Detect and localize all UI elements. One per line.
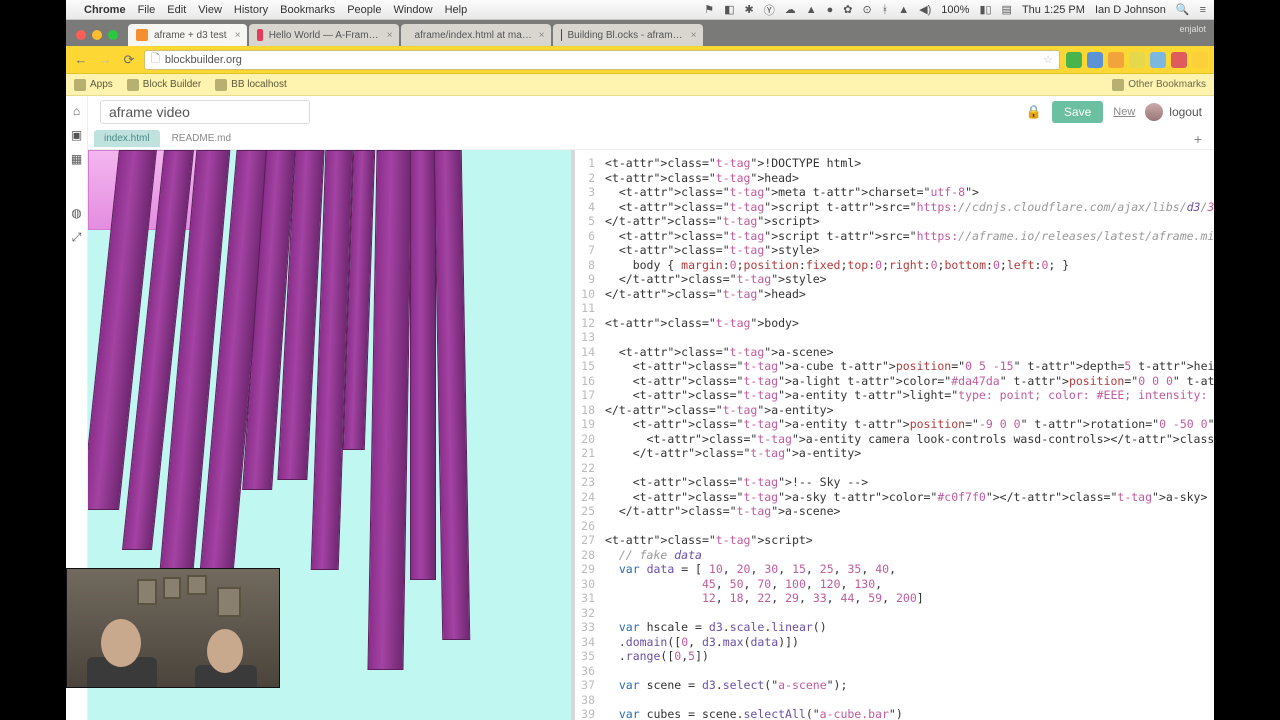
battery-percent[interactable]: 100% [941,4,969,16]
extension-icon[interactable] [1066,52,1082,68]
chrome-menu-icon[interactable] [1192,52,1208,68]
favicon-icon [136,29,148,41]
extension-icon[interactable] [1108,52,1124,68]
status-icon[interactable]: ✱ [744,3,753,16]
menu-window[interactable]: Window [393,4,432,16]
favicon-icon [257,29,263,41]
close-tab-icon[interactable]: × [387,30,393,41]
bookmark-item[interactable]: Block Builder [127,79,201,91]
chrome-profile-name[interactable]: enjalot [1179,24,1206,34]
chrome-toolbar: ← → ⟳ 🗋 blockbuilder.org ☆ [66,46,1214,74]
status-icon[interactable]: Ⓨ [764,2,775,18]
apps-label: Apps [90,79,113,90]
apps-icon [74,79,86,91]
bookmark-icon [215,79,227,91]
close-window-icon[interactable] [76,30,86,40]
status-icon[interactable]: ✿ [843,3,852,16]
browser-tab[interactable]: aframe + d3 test × [128,24,247,46]
avatar-icon [1145,103,1163,121]
minimize-window-icon[interactable] [92,30,102,40]
mac-menubar: Chrome File Edit View History Bookmarks … [66,0,1214,20]
other-bookmarks[interactable]: Other Bookmarks [1112,79,1206,91]
tab-label: aframe + d3 test [154,30,227,41]
menu-history[interactable]: History [234,4,268,16]
battery-icon[interactable]: ▮▯ [979,3,991,16]
bluetooth-icon[interactable]: ᚼ [882,4,889,16]
home-icon[interactable]: ⌂ [71,104,83,116]
extension-icon[interactable] [1171,52,1187,68]
status-icon[interactable]: ● [827,4,834,16]
address-bar[interactable]: 🗋 blockbuilder.org ☆ [144,50,1060,70]
status-icon[interactable]: ◧ [724,3,734,16]
user-menu[interactable]: logout [1145,103,1202,121]
bookmark-icon [127,79,139,91]
file-tabs: index.html README.md + [88,128,1214,150]
new-link[interactable]: New [1113,106,1135,118]
code-editor[interactable]: 1234567891011121314151617181920212223242… [575,150,1214,720]
close-tab-icon[interactable]: × [691,30,697,41]
status-icon[interactable]: ⚑ [704,3,714,16]
bookmark-label: BB localhost [231,79,287,90]
favicon-icon [561,29,562,41]
menu-people[interactable]: People [347,4,381,16]
lock-icon[interactable]: 🔒 [1026,104,1042,120]
webcam-overlay [66,568,280,688]
menu-help[interactable]: Help [445,4,468,16]
chrome-tabstrip: aframe + d3 test × Hello World — A-Fram…… [66,20,1214,46]
wifi-icon[interactable]: ▲ [898,4,909,16]
apps-shortcut[interactable]: Apps [74,79,113,91]
menu-bookmarks[interactable]: Bookmarks [280,4,335,16]
browser-tab[interactable]: Building Bl.ocks - afram… × [553,24,703,46]
save-button[interactable]: Save [1052,101,1103,123]
globe-icon[interactable]: ◍ [71,206,83,218]
app-header: 🔒 Save New logout [88,96,1214,128]
reload-button[interactable]: ⟳ [120,52,138,68]
status-icon[interactable]: ⊙ [862,3,871,16]
add-file-button[interactable]: + [1194,131,1202,147]
back-button[interactable]: ← [72,52,90,67]
forward-button[interactable]: → [96,52,114,67]
url-text: blockbuilder.org [165,54,242,66]
tab-label: Hello World — A-Fram… [269,30,379,41]
menu-edit[interactable]: Edit [167,4,186,16]
bookmark-label: Block Builder [143,79,201,90]
browser-tab[interactable]: aframe/index.html at ma… × [401,24,551,46]
maximize-window-icon[interactable] [108,30,118,40]
menubar-user[interactable]: Ian D Johnson [1095,4,1166,16]
menu-view[interactable]: View [198,4,222,16]
bookmark-item[interactable]: BB localhost [215,79,287,91]
bookmarks-bar: Apps Block Builder BB localhost Other Bo… [66,74,1214,96]
file-tab-index[interactable]: index.html [94,130,160,147]
close-tab-icon[interactable]: × [235,30,241,41]
other-bookmarks-label: Other Bookmarks [1128,79,1206,90]
spotlight-icon[interactable]: 🔍 [1176,3,1190,16]
block-title-input[interactable] [100,100,310,124]
notification-center-icon[interactable]: ≡ [1200,4,1206,16]
menubar-app[interactable]: Chrome [84,4,126,16]
extension-icon[interactable] [1150,52,1166,68]
flag-icon[interactable]: ▤ [1002,3,1012,16]
site-info-icon[interactable]: 🗋 [151,50,160,69]
status-icon[interactable]: ☁ [785,3,796,16]
volume-icon[interactable]: ◀) [919,3,931,16]
folder-icon [1112,79,1124,91]
browser-tab[interactable]: Hello World — A-Fram… × [249,24,399,46]
logout-label: logout [1169,105,1202,119]
window-controls [76,30,118,40]
grid-icon[interactable]: ▦ [71,152,83,164]
close-tab-icon[interactable]: × [539,30,545,41]
file-tab-readme[interactable]: README.md [162,130,241,147]
clock[interactable]: Thu 1:25 PM [1022,4,1085,16]
extension-icon[interactable] [1129,52,1145,68]
extension-icon[interactable] [1087,52,1103,68]
expand-icon[interactable]: ⤢ [71,230,83,242]
sidebyside-icon[interactable]: ▣ [71,128,83,140]
extension-icons [1066,52,1208,68]
status-icon[interactable]: ▲ [806,4,817,16]
bookmark-star-icon[interactable]: ☆ [1043,53,1053,66]
menu-file[interactable]: File [138,4,156,16]
tab-label: Building Bl.ocks - afram… [568,30,683,41]
tab-label: aframe/index.html at ma… [415,30,532,41]
